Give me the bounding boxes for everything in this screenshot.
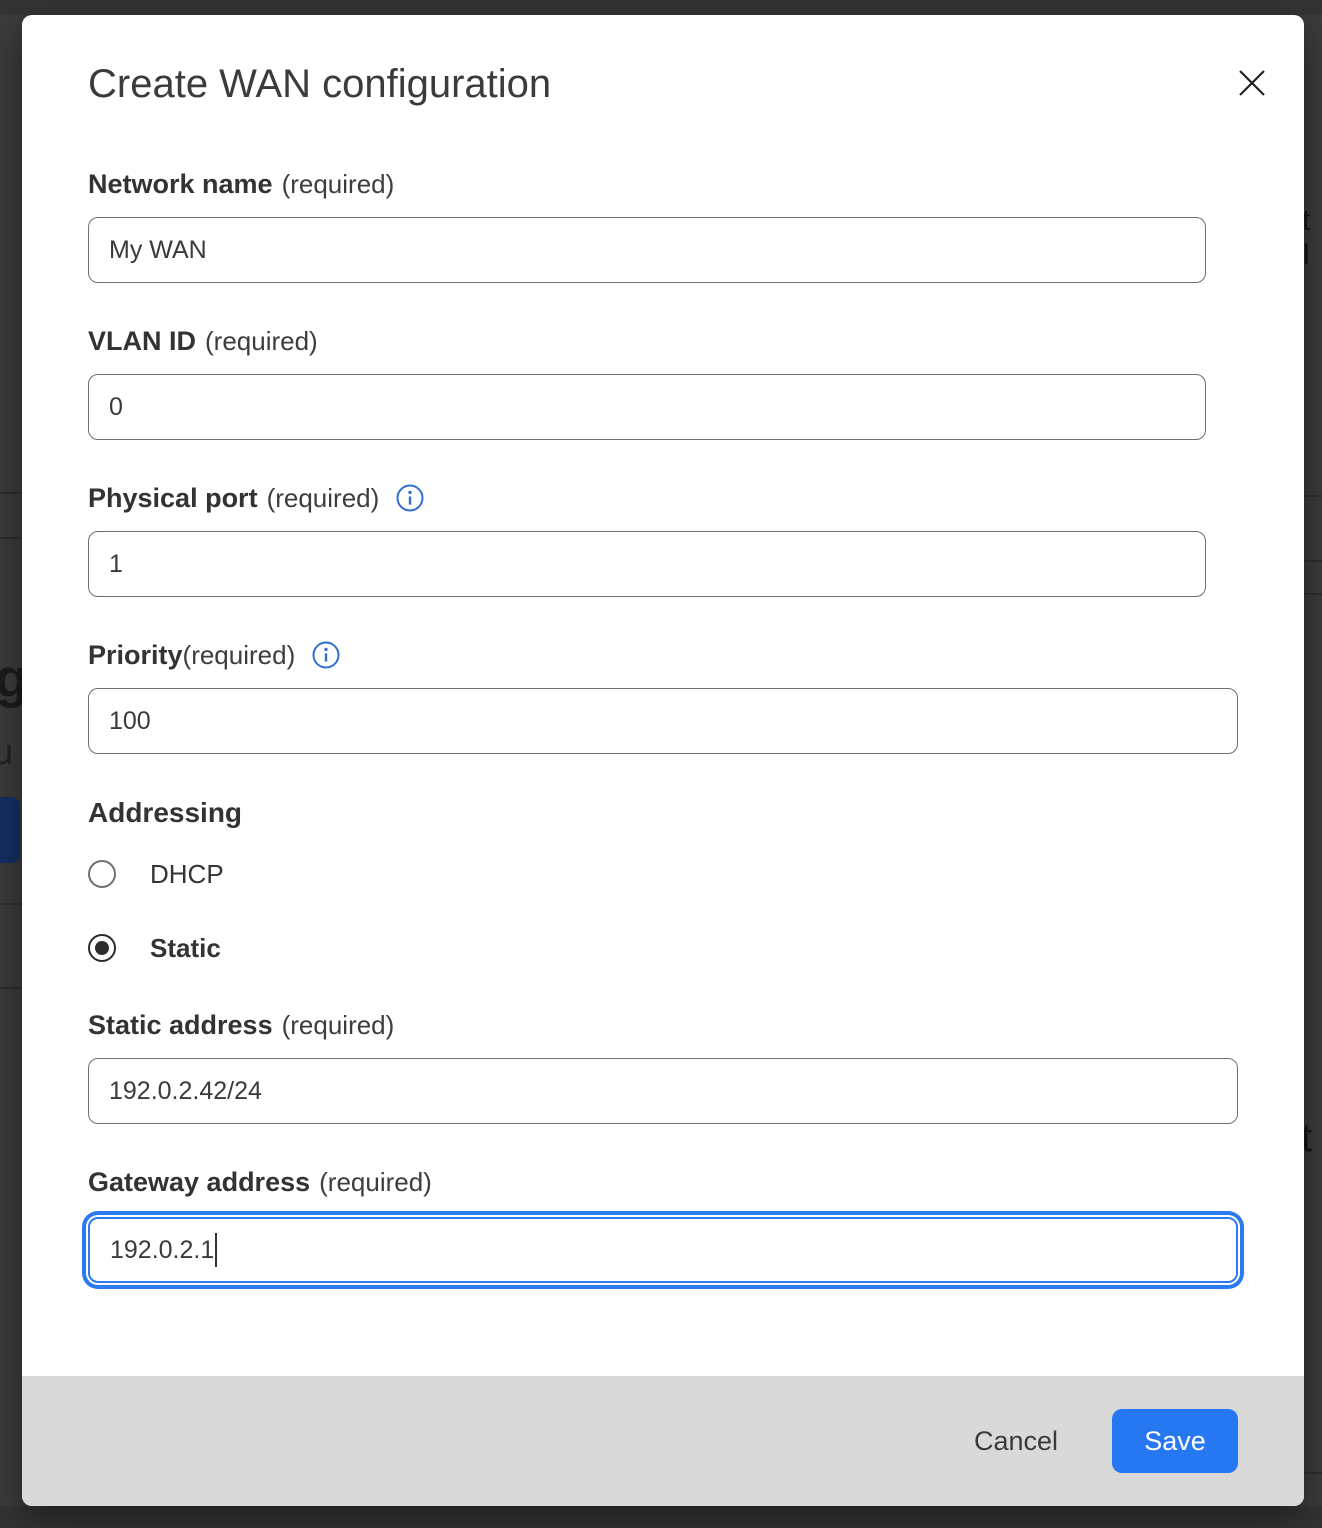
backdrop-top-strip bbox=[0, 0, 1322, 15]
backdrop-bottom-strip bbox=[0, 1506, 1322, 1528]
radio-dhcp-label: DHCP bbox=[150, 859, 224, 890]
priority-input[interactable] bbox=[88, 688, 1238, 754]
radio-static[interactable]: Static bbox=[88, 931, 1304, 965]
cancel-button[interactable]: Cancel bbox=[968, 1416, 1064, 1467]
physical-port-label: Physical port (required) bbox=[88, 482, 1304, 514]
vlan-id-label: VLAN ID (required) bbox=[88, 325, 1304, 357]
radio-circle-icon bbox=[88, 934, 116, 962]
backdrop-blue-button-fragment bbox=[0, 797, 20, 863]
static-address-input[interactable] bbox=[88, 1058, 1238, 1124]
close-icon bbox=[1237, 68, 1267, 98]
info-icon[interactable] bbox=[395, 483, 425, 513]
network-name-label: Network name (required) bbox=[88, 168, 1304, 200]
radio-circle-icon bbox=[88, 860, 116, 888]
priority-label: Priority (required) bbox=[88, 639, 1304, 671]
radio-dhcp[interactable]: DHCP bbox=[88, 857, 1304, 891]
physical-port-input[interactable] bbox=[88, 531, 1206, 597]
addressing-heading: Addressing bbox=[88, 796, 1304, 830]
backdrop-text-fragment: t I bbox=[1302, 204, 1322, 272]
text-caret bbox=[215, 1233, 217, 1267]
backdrop-table-line bbox=[1304, 495, 1322, 497]
create-wan-configuration-dialog: Create WAN configuration Network name (r… bbox=[22, 15, 1304, 1506]
radio-static-label: Static bbox=[150, 933, 221, 964]
backdrop-table-line bbox=[0, 903, 22, 905]
save-button[interactable]: Save bbox=[1112, 1409, 1238, 1473]
info-icon[interactable] bbox=[311, 640, 341, 670]
backdrop-table-line bbox=[0, 537, 22, 539]
gateway-address-value: 192.0.2.1 bbox=[110, 1236, 214, 1265]
dialog-footer: Cancel Save bbox=[22, 1376, 1304, 1506]
backdrop-table-line bbox=[1304, 560, 1322, 562]
backdrop-text-fragment: u bbox=[0, 731, 13, 773]
gateway-address-label: Gateway address (required) bbox=[88, 1166, 1304, 1198]
backdrop-table-line bbox=[1304, 1472, 1322, 1474]
page-title: Create WAN configuration bbox=[88, 60, 1304, 108]
close-button[interactable] bbox=[1232, 63, 1272, 103]
backdrop-table-line bbox=[1304, 593, 1322, 595]
network-name-input[interactable] bbox=[88, 217, 1206, 283]
static-address-label: Static address (required) bbox=[88, 1009, 1304, 1041]
gateway-address-input[interactable]: 192.0.2.1 bbox=[88, 1217, 1238, 1283]
vlan-id-input[interactable] bbox=[88, 374, 1206, 440]
backdrop-table-line bbox=[0, 492, 22, 494]
backdrop-table-line bbox=[0, 987, 22, 989]
